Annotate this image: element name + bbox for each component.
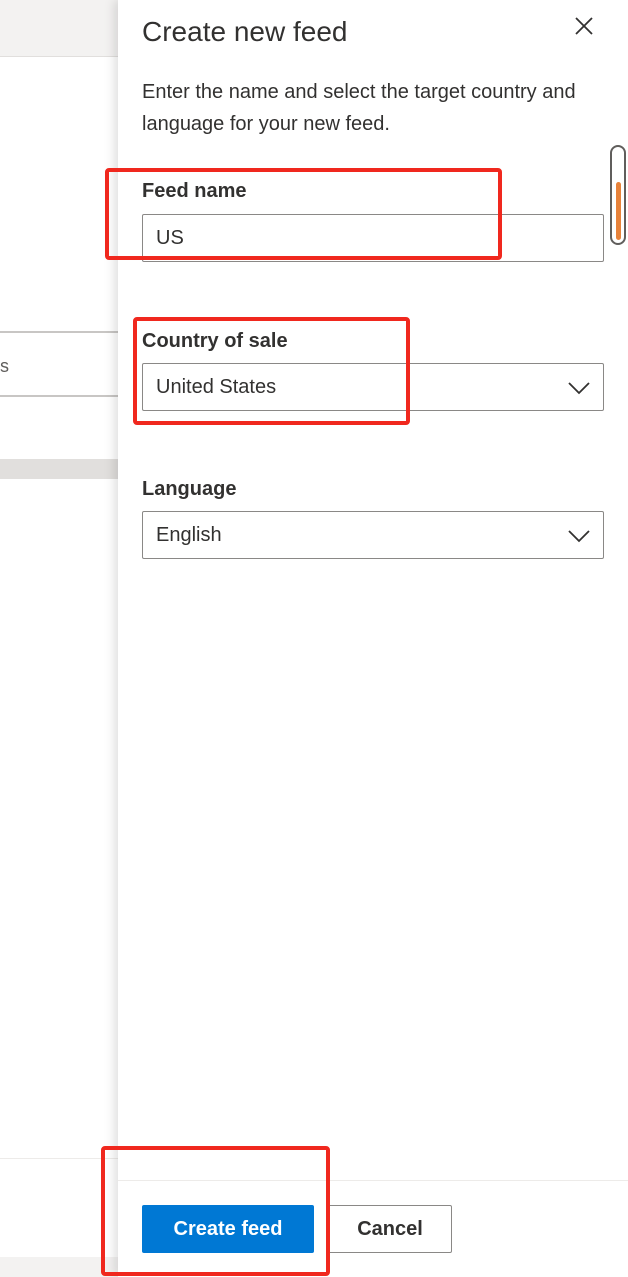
- cancel-button[interactable]: Cancel: [328, 1205, 452, 1253]
- chevron-down-icon: [568, 530, 590, 543]
- background-input-field[interactable]: [0, 331, 118, 397]
- footer-divider: [118, 1180, 628, 1181]
- feed-name-input[interactable]: [142, 214, 604, 262]
- country-of-sale-value: United States: [156, 376, 277, 398]
- language-label: Language: [142, 478, 237, 500]
- create-feed-button[interactable]: Create feed: [142, 1205, 314, 1253]
- close-button[interactable]: [570, 12, 598, 40]
- panel-title: Create new feed: [142, 16, 348, 47]
- close-icon: [575, 17, 593, 35]
- background-band: [0, 459, 118, 479]
- create-feed-panel: Create new feed Enter the name and selec…: [118, 0, 628, 1277]
- country-of-sale-label: Country of sale: [142, 330, 288, 352]
- background-page: s: [0, 0, 118, 1277]
- background-bottom-bar: [0, 1257, 118, 1277]
- language-value: English: [156, 524, 222, 546]
- background-divider: [0, 1158, 118, 1159]
- background-top-bar: [0, 0, 118, 57]
- background-field-text: s: [0, 356, 9, 376]
- scrollbar-thumb[interactable]: [616, 182, 621, 240]
- language-dropdown[interactable]: English: [142, 511, 604, 559]
- country-of-sale-dropdown[interactable]: United States: [142, 363, 604, 411]
- chevron-down-icon: [568, 382, 590, 395]
- panel-scrollbar[interactable]: [610, 145, 626, 245]
- feed-name-label: Feed name: [142, 180, 247, 202]
- panel-description: Enter the name and select the target cou…: [142, 81, 576, 135]
